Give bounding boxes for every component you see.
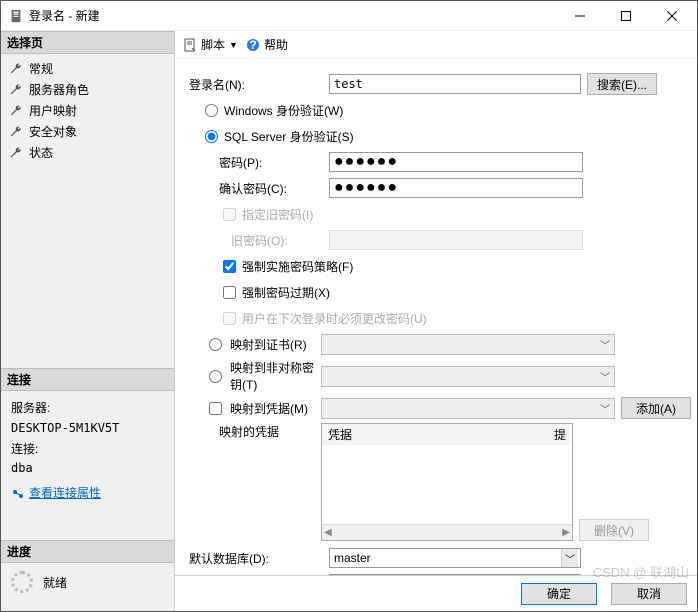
mapped-creds-list[interactable]: 凭据 提 ◀▶ [321, 423, 573, 541]
enforce-policy-label: 强制实施密码策略(F) [242, 258, 353, 275]
login-name-label: 登录名(N): [189, 76, 329, 93]
chevron-down-icon: ﹀ [600, 369, 610, 384]
confirm-password-input[interactable]: ●●●●●● [329, 178, 583, 198]
select-page-header: 选择页 [1, 31, 174, 54]
titlebar: 登录名 - 新建 [1, 1, 697, 31]
old-password-input [329, 230, 583, 250]
confirm-password-label: 确认密码(C): [189, 180, 329, 197]
chevron-down-icon: ﹀ [600, 337, 610, 352]
default-lang-select[interactable]: <默认>﹀ [329, 574, 581, 575]
add-button[interactable]: 添加(A) [621, 397, 691, 419]
wrench-icon [9, 146, 23, 160]
mapped-creds-label: 映射的凭据 [189, 423, 321, 440]
map-cred-label: 映射到凭据(M) [230, 400, 308, 417]
horizontal-scrollbar[interactable]: ◀▶ [322, 524, 572, 540]
sidebar-item-label: 状态 [29, 144, 53, 161]
delete-button: 删除(V) [579, 519, 649, 541]
cred-col-2: 提 [548, 424, 572, 445]
cancel-button[interactable]: 取消 [611, 583, 687, 605]
windows-auth-label: Windows 身份验证(W) [224, 102, 343, 119]
enforce-expiration-checkbox[interactable] [223, 286, 236, 299]
map-asym-label: 映射到非对称密钥(T) [230, 359, 321, 393]
sql-auth-label: SQL Server 身份验证(S) [224, 128, 354, 145]
sidebar-item-label: 常规 [29, 60, 53, 77]
conn-value: dba [11, 459, 164, 478]
maximize-button[interactable] [603, 1, 649, 31]
map-cert-radio[interactable] [209, 338, 222, 351]
password-input[interactable]: ●●●●●● [329, 152, 583, 172]
map-asym-radio[interactable] [209, 370, 222, 383]
specify-old-password-checkbox [223, 208, 236, 221]
server-label: 服务器: [11, 399, 164, 418]
windows-auth-radio[interactable] [205, 104, 218, 117]
chevron-down-icon: ﹀ [561, 549, 578, 567]
old-password-label: 旧密码(O): [189, 232, 329, 249]
sidebar-item-securables[interactable]: 安全对象 [1, 121, 174, 142]
must-change-checkbox [223, 312, 236, 325]
sidebar-item-label: 安全对象 [29, 123, 77, 140]
minimize-button[interactable] [557, 1, 603, 31]
link-icon [11, 488, 25, 500]
login-name-input[interactable] [329, 74, 581, 94]
cred-combo: ﹀ [321, 398, 615, 419]
search-button[interactable]: 搜索(E)... [587, 73, 657, 95]
map-cert-label: 映射到证书(R) [230, 336, 307, 353]
wrench-icon [9, 83, 23, 97]
default-db-label: 默认数据库(D): [189, 550, 329, 567]
script-icon [183, 38, 197, 52]
progress-header: 进度 [1, 540, 174, 563]
connection-info: 服务器: DESKTOP-5M1KV5T 连接: dba 查看连接属性 [1, 391, 174, 512]
sidebar-item-label: 服务器角色 [29, 81, 89, 98]
progress-status: 就绪 [43, 574, 67, 591]
app-icon [9, 9, 23, 23]
sidebar-item-general[interactable]: 常规 [1, 58, 174, 79]
sql-auth-radio[interactable] [205, 130, 218, 143]
wrench-icon [9, 62, 23, 76]
sidebar-item-status[interactable]: 状态 [1, 142, 174, 163]
wrench-icon [9, 125, 23, 139]
script-button[interactable]: 脚本 ▼ [183, 36, 238, 53]
map-cred-checkbox[interactable] [209, 402, 222, 415]
must-change-label: 用户在下次登录时必须更改密码(U) [242, 310, 427, 327]
ok-button[interactable]: 确定 [521, 583, 597, 605]
asym-combo: ﹀ [321, 366, 615, 387]
conn-label: 连接: [11, 440, 164, 459]
chevron-down-icon: ﹀ [600, 401, 610, 416]
server-value: DESKTOP-5M1KV5T [11, 419, 164, 438]
default-db-select[interactable]: master﹀ [329, 548, 581, 568]
sidebar: 选择页 常规 服务器角色 用户映射 安全对象 状态 [1, 31, 175, 611]
sidebar-item-server-roles[interactable]: 服务器角色 [1, 79, 174, 100]
close-button[interactable] [649, 1, 695, 31]
cred-col-1: 凭据 [322, 424, 548, 445]
view-connection-props-link[interactable]: 查看连接属性 [11, 484, 101, 503]
help-button[interactable]: ? 帮助 [246, 36, 288, 53]
wrench-icon [9, 104, 23, 118]
progress-spinner-icon [11, 571, 33, 593]
toolbar: 脚本 ▼ ? 帮助 [175, 31, 697, 59]
dialog-footer: 确定 取消 [175, 575, 697, 611]
sidebar-item-user-mapping[interactable]: 用户映射 [1, 100, 174, 121]
window-title: 登录名 - 新建 [29, 7, 557, 24]
dropdown-icon: ▼ [229, 40, 238, 50]
specify-old-password-label: 指定旧密码(I) [242, 206, 313, 223]
enforce-policy-checkbox[interactable] [223, 260, 236, 273]
connection-header: 连接 [1, 368, 174, 391]
password-label: 密码(P): [189, 154, 329, 171]
help-icon: ? [246, 38, 260, 52]
enforce-expiration-label: 强制密码过期(X) [242, 284, 330, 301]
cert-combo: ﹀ [321, 334, 615, 355]
svg-text:?: ? [249, 38, 256, 52]
sidebar-item-label: 用户映射 [29, 102, 77, 119]
